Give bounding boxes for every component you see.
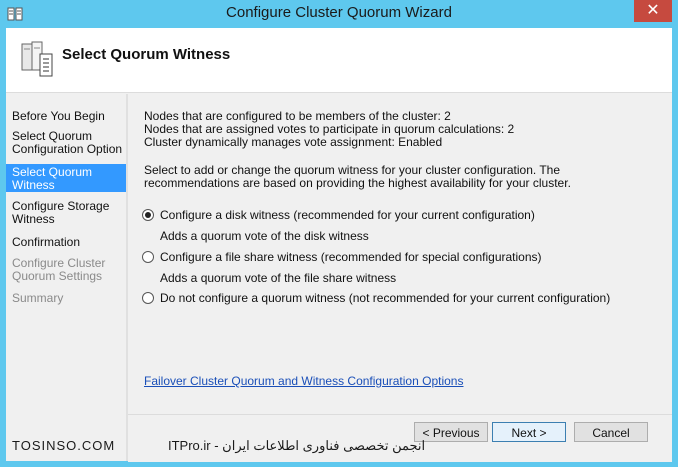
option-no-witness[interactable]: Do not configure a quorum witness (not r… — [142, 291, 610, 305]
instruction-text: Select to add or change the quorum witne… — [144, 163, 571, 190]
nav-step-summary: Summary — [12, 291, 64, 305]
wizard-steps: Before You Begin Select Quorum Configura… — [6, 94, 126, 461]
cluster-info: Nodes that are configured to be members … — [144, 110, 514, 149]
nav-step-before-you-begin[interactable]: Before You Begin — [6, 110, 126, 123]
option-no-witness-label: Do not configure a quorum witness (not r… — [160, 291, 611, 305]
window-title: Configure Cluster Quorum Wizard — [226, 4, 452, 21]
option-disk-witness[interactable]: Configure a disk witness (recommended fo… — [142, 208, 535, 222]
radio-disk-witness[interactable] — [142, 209, 154, 221]
watermark-tosinso: TOSINSO.COM — [12, 438, 116, 453]
help-link[interactable]: Failover Cluster Quorum and Witness Conf… — [144, 374, 463, 388]
option-file-share-witness[interactable]: Configure a file share witness (recommen… — [142, 250, 542, 264]
wizard-header: Select Quorum Witness — [6, 28, 672, 93]
info-vote-assignment: Cluster dynamically manages vote assignm… — [144, 135, 443, 149]
wizard-content: Nodes that are configured to be members … — [128, 94, 672, 414]
cluster-servers-icon — [21, 41, 53, 77]
page-title: Select Quorum Witness — [62, 46, 231, 63]
watermark-itpro: انجمن تخصصی فناوری اطلاعات ایران - ITPro… — [168, 438, 426, 453]
close-button[interactable]: ✕ — [634, 0, 672, 22]
next-button[interactable]: Next > — [492, 422, 566, 442]
nav-step-select-quorum-witness[interactable]: Select Quorum Witness — [6, 164, 126, 192]
option-disk-witness-desc: Adds a quorum vote of the disk witness — [160, 229, 369, 243]
radio-file-share-witness[interactable] — [142, 251, 154, 263]
nav-step-confirmation[interactable]: Confirmation — [6, 236, 126, 249]
radio-no-witness[interactable] — [142, 292, 154, 304]
wizard-window: Configure Cluster Quorum Wizard ✕ Select… — [0, 0, 678, 467]
option-file-share-witness-label: Configure a file share witness (recommen… — [160, 250, 542, 264]
nav-step-configure-storage-witness[interactable]: Configure Storage Witness — [6, 200, 126, 226]
wizard-client: Select Quorum Witness Before You Begin S… — [6, 28, 672, 462]
option-disk-witness-label: Configure a disk witness (recommended fo… — [160, 208, 535, 222]
nav-step-configure-cluster-quorum-settings: Configure Cluster Quorum Settings — [12, 256, 106, 283]
option-file-share-witness-desc: Adds a quorum vote of the file share wit… — [160, 271, 397, 285]
title-bar: Configure Cluster Quorum Wizard ✕ — [0, 0, 678, 28]
cancel-button[interactable]: Cancel — [574, 422, 648, 442]
nav-step-select-quorum-configuration[interactable]: Select Quorum Configuration Option — [6, 130, 126, 156]
